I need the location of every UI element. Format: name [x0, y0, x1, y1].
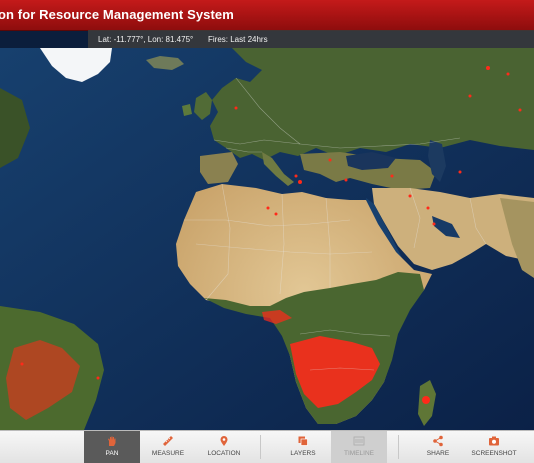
location-label: LOCATION [207, 450, 241, 457]
fire-point [274, 212, 278, 216]
fire-point [344, 178, 348, 182]
ruler-icon [163, 436, 173, 446]
map-pin-icon [220, 436, 228, 446]
screenshot-label: SCREENSHOT [471, 450, 517, 457]
fire-point [468, 94, 472, 98]
measure-button[interactable]: MEASURE [140, 431, 196, 463]
camera-icon [489, 436, 499, 446]
layers-label: LAYERS [290, 450, 316, 457]
fire-point [422, 396, 430, 404]
app-title: on for Resource Management System [0, 7, 234, 22]
app-header: on for Resource Management System [0, 0, 534, 31]
layers-button[interactable]: LAYERS [275, 431, 331, 463]
fire-point [20, 362, 24, 366]
fire-point [266, 206, 270, 210]
fire-point [518, 108, 522, 112]
share-icon [433, 435, 443, 447]
timeline-icon [353, 436, 365, 446]
fire-point [432, 222, 436, 226]
share-button[interactable]: SHARE [410, 431, 466, 463]
hand-icon [108, 436, 116, 446]
timeline-label: TIMELINE [344, 450, 374, 457]
toolbar-divider [398, 435, 399, 459]
pan-label: PAN [105, 450, 119, 457]
location-button[interactable]: LOCATION [196, 431, 252, 463]
timeline-button[interactable]: TIMELINE [331, 431, 387, 463]
fire-point [390, 174, 394, 178]
fire-point [426, 206, 430, 210]
fire-point [298, 180, 302, 184]
fire-map[interactable] [0, 48, 534, 430]
measure-label: MEASURE [151, 450, 185, 457]
lat-lon-readout: Lat: -11.777°, Lon: 81.475° [98, 35, 194, 44]
pan-button[interactable]: PAN [84, 431, 140, 463]
fire-point [328, 158, 332, 162]
screenshot-button[interactable]: SCREENSHOT [466, 431, 522, 463]
fire-point [408, 194, 412, 198]
fire-point [486, 66, 490, 70]
fire-point [458, 170, 462, 174]
fire-point [96, 376, 100, 380]
layers-icon [298, 436, 308, 446]
fire-point [234, 106, 238, 110]
toolbar-divider [260, 435, 261, 459]
bottom-toolbar: PAN MEASURE LOCATION LAYERS TIMELINE SHA… [0, 430, 534, 463]
coordinate-bar: Lat: -11.777°, Lon: 81.475° Fires: Last … [88, 30, 534, 48]
fires-period-label: Fires: Last 24hrs [208, 35, 268, 44]
share-label: SHARE [426, 450, 450, 457]
fire-point [506, 72, 510, 76]
fire-point [294, 174, 298, 178]
